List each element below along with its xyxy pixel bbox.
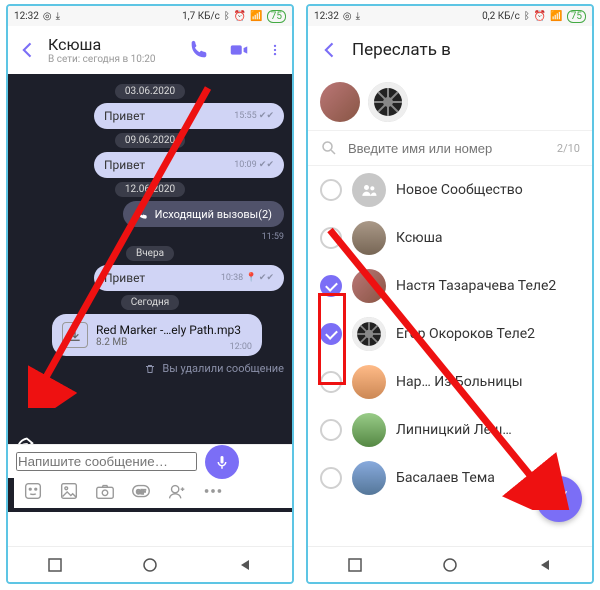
mention-icon[interactable] xyxy=(166,480,188,502)
phone-chat-screen: 12:32 ◎ ⤓ 1,7 КБ/с ᛒ ⏰ 📶 75 Ксюша В сети… xyxy=(6,4,294,584)
checkbox-checked[interactable] xyxy=(320,323,342,345)
more-button[interactable] xyxy=(268,39,282,61)
file-name: Red Marker -…ely Path.mp3 xyxy=(96,323,241,337)
send-button[interactable] xyxy=(536,476,582,522)
avatar xyxy=(352,221,386,255)
nav-home[interactable] xyxy=(143,558,157,572)
status-icon: ◎ xyxy=(43,11,52,22)
checkbox[interactable] xyxy=(320,419,342,441)
voice-call-button[interactable] xyxy=(188,39,210,61)
chat-name[interactable]: Ксюша xyxy=(48,35,170,54)
camera-icon[interactable] xyxy=(94,480,116,502)
search-row: 2/10 xyxy=(308,130,592,166)
outgoing-call-chip[interactable]: Исходящий вызовы(2) xyxy=(123,201,284,227)
message-out[interactable]: Привет15:55 ✔✔ xyxy=(94,103,284,129)
status-time: 12:32 xyxy=(14,11,39,22)
date-pill: 09.06.2020 xyxy=(115,133,185,148)
avatar xyxy=(352,461,386,495)
mic-button[interactable] xyxy=(205,445,239,479)
checkbox[interactable] xyxy=(320,179,342,201)
back-button[interactable] xyxy=(320,40,340,60)
selection-counter: 2/10 xyxy=(557,142,580,155)
list-item[interactable]: Егор Окороков Теле2 xyxy=(308,310,592,358)
avatar xyxy=(352,317,386,351)
alarm-icon: ⏰ xyxy=(534,11,546,22)
checkbox[interactable] xyxy=(320,371,342,393)
contact-list[interactable]: Новое Сообщество Ксюша Настя Тазарачева … xyxy=(308,166,592,502)
battery-icon: 75 xyxy=(267,10,286,23)
attachment-toolbar: GIF xyxy=(14,473,294,508)
status-icon: ◎ xyxy=(343,11,352,22)
bluetooth-icon: ᛒ xyxy=(524,11,530,22)
alarm-icon: ⏰ xyxy=(234,11,246,22)
checkbox-checked[interactable] xyxy=(320,275,342,297)
list-item[interactable]: Нар… Из Больницы xyxy=(308,358,592,406)
battery-icon: 75 xyxy=(567,10,586,23)
search-input[interactable] xyxy=(348,141,547,156)
gallery-icon[interactable] xyxy=(58,480,80,502)
nav-recent[interactable] xyxy=(48,558,62,572)
message-input[interactable] xyxy=(16,452,197,471)
list-item[interactable]: Настя Тазарачева Теле2 xyxy=(308,262,592,310)
forward-header: Переслать в xyxy=(308,26,592,74)
wifi-icon: 📶 xyxy=(550,11,562,22)
chat-status: В сети: сегодня в 10:20 xyxy=(48,54,170,65)
nav-home[interactable] xyxy=(443,558,457,572)
list-item[interactable]: Новое Сообщество xyxy=(308,166,592,214)
android-navbar xyxy=(8,546,292,582)
avatar[interactable] xyxy=(320,82,360,122)
nav-back[interactable] xyxy=(238,558,252,572)
status-icon: ⤓ xyxy=(56,11,60,22)
nav-recent[interactable] xyxy=(348,558,362,572)
back-button[interactable] xyxy=(18,40,38,60)
avatar xyxy=(352,365,386,399)
list-item[interactable]: Липницкий Леш… xyxy=(308,406,592,454)
message-out[interactable]: Привет10:38 📍 ✔✔ xyxy=(94,265,284,291)
status-icon: ⤓ xyxy=(356,11,360,22)
avatar xyxy=(352,413,386,447)
statusbar: 12:32 ◎ ⤓ 0,2 КБ/с ᛒ ⏰ 📶 75 xyxy=(308,6,592,26)
forward-title: Переслать в xyxy=(352,40,451,60)
avatar xyxy=(352,269,386,303)
chat-header: Ксюша В сети: сегодня в 10:20 xyxy=(8,26,292,74)
file-size: 8.2 MB xyxy=(96,337,241,348)
date-pill: Вчера xyxy=(126,246,174,261)
statusbar: 12:32 ◎ ⤓ 1,7 КБ/с ᛒ ⏰ 📶 75 xyxy=(8,6,292,26)
selected-recipients xyxy=(308,74,592,130)
sticker-icon[interactable] xyxy=(22,480,44,502)
checkbox[interactable] xyxy=(320,467,342,489)
status-net: 1,7 КБ/с xyxy=(182,11,220,22)
date-pill: 03.06.2020 xyxy=(115,84,185,99)
svg-text:GIF: GIF xyxy=(136,488,146,496)
bluetooth-icon: ᛒ xyxy=(224,11,230,22)
deleted-message: Вы удалили сообщение xyxy=(144,362,284,375)
video-call-button[interactable] xyxy=(228,39,250,61)
more-attach-icon[interactable] xyxy=(202,480,224,502)
status-time: 12:32 xyxy=(314,11,339,22)
date-pill: 12.06.2020 xyxy=(115,182,185,197)
file-time: 12:00 xyxy=(230,342,252,352)
checkbox[interactable] xyxy=(320,227,342,249)
nav-back[interactable] xyxy=(538,558,552,572)
status-net: 0,2 КБ/с xyxy=(482,11,520,22)
phone-forward-screen: 12:32 ◎ ⤓ 0,2 КБ/с ᛒ ⏰ 📶 75 Переслать в … xyxy=(306,4,594,584)
file-message[interactable]: Red Marker -…ely Path.mp3 8.2 MB 12:00 xyxy=(52,314,262,356)
date-pill: Сегодня xyxy=(121,295,180,310)
avatar[interactable] xyxy=(368,82,408,122)
list-item[interactable]: Ксюша xyxy=(308,214,592,262)
gif-icon[interactable]: GIF xyxy=(130,480,152,502)
community-icon xyxy=(352,173,386,207)
message-out[interactable]: Привет10:09 ✔✔ xyxy=(94,152,284,178)
search-icon xyxy=(320,139,338,157)
wifi-icon: 📶 xyxy=(250,11,262,22)
android-navbar xyxy=(308,546,592,582)
download-icon[interactable] xyxy=(62,322,88,348)
